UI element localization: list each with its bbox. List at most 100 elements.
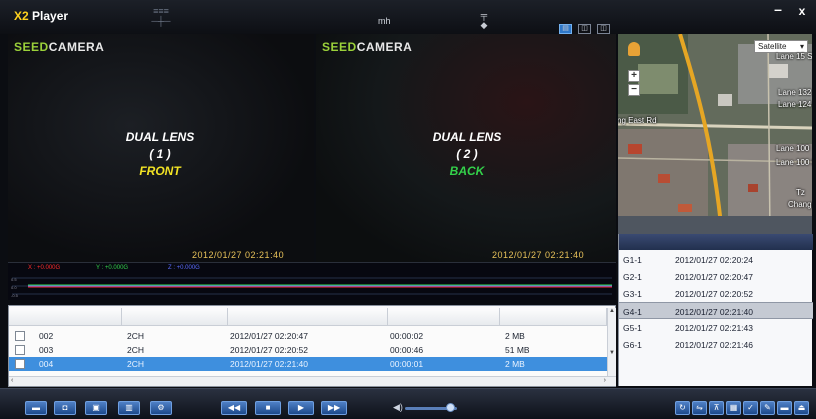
header-col-number[interactable] [9, 308, 122, 326]
gps-id: G4-1 [623, 307, 642, 317]
minimize-button[interactable]: – [770, 2, 786, 18]
app-title: X2 Player [14, 9, 69, 23]
header-col-size[interactable] [500, 308, 607, 326]
map-lane-label: Lane 132 [778, 88, 812, 97]
list-item[interactable]: G2-1 2012/01/27 02:20:47 [619, 268, 813, 285]
sd-card-button[interactable]: ⊼ [709, 401, 724, 415]
seedcamera-logo: SEEDCAMERA [322, 40, 413, 54]
gps-id: G1-1 [623, 255, 642, 265]
header-col-datetime[interactable] [228, 308, 388, 326]
map-view[interactable]: + − Satellite ▾ ng East Rd Lane 15 S Lane… [618, 34, 812, 234]
file-size: 2 MB [505, 331, 525, 341]
open-folder-button[interactable]: ▬ [25, 401, 47, 415]
file-channel: 2CH [127, 359, 145, 369]
gsensor-indicator-icon: ≡≡≡ ─┼─ [151, 6, 171, 26]
row-checkbox[interactable] [15, 345, 25, 355]
map-lane-label: Lane 124 [778, 100, 812, 109]
table-row[interactable]: 002 2CH 2012/01/27 02:20:47 00:00:02 2 M… [9, 329, 607, 343]
bottom-toolbar: ▬ ◘ ▣ ▥ ⚙ ◀◀ ■ ▶ ▶▶ ◀) ↻ ⇋ ⊼ ▦ ✓ ✎ ▬ ⏏ [0, 388, 816, 419]
map-button[interactable]: ▦ [726, 401, 741, 415]
tools-button[interactable]: ✎ [760, 401, 775, 415]
map-lane-label: Lane 15 S [776, 52, 812, 61]
file-duration: 00:00:02 [390, 331, 424, 341]
layout-single-button[interactable]: ▤ [559, 24, 572, 34]
settings-button[interactable]: ⚙ [150, 401, 172, 415]
layout-dual-button[interactable]: ◫ [578, 24, 591, 34]
gsensor-graph: X : +0.000G Y : +0.000G Z : +0.000G 0.5 … [8, 262, 616, 300]
file-list[interactable]: 002 2CH 2012/01/27 02:20:47 00:00:02 2 M… [8, 305, 616, 387]
map-lane-label: Tz [796, 188, 805, 197]
stop-button[interactable]: ■ [255, 401, 281, 415]
seedcamera-logo: SEEDCAMERA [14, 40, 105, 54]
list-item[interactable]: G3-1 2012/01/27 02:20:52 [619, 285, 813, 302]
row-checkbox[interactable] [15, 331, 25, 341]
gps-time: 2012/01/27 02:21:43 [675, 323, 753, 333]
table-row[interactable]: 003 2CH 2012/01/27 02:20:52 00:00:46 51 … [9, 343, 607, 357]
vertical-scrollbar[interactable]: ▲ ▼ [607, 308, 616, 376]
gps-id: G2-1 [623, 272, 642, 282]
zoom-in-button[interactable]: + [628, 70, 640, 82]
svg-text:0.0: 0.0 [11, 285, 17, 290]
svg-text:-0.5: -0.5 [11, 293, 19, 298]
file-number: 003 [39, 345, 54, 355]
file-duration: 00:00:01 [390, 359, 424, 369]
list-item[interactable]: G6-1 2012/01/27 02:21:46 [619, 336, 813, 353]
file-size: 51 MB [505, 345, 530, 355]
gps-time: 2012/01/27 02:20:24 [675, 255, 753, 265]
rewind-button[interactable]: ◀◀ [221, 401, 247, 415]
check-button[interactable]: ✓ [743, 401, 758, 415]
file-list-header [9, 308, 607, 326]
volume-icon: ◀) [393, 402, 403, 412]
horizontal-scrollbar[interactable]: ‹ › [9, 376, 616, 386]
file-datetime: 2012/01/27 02:20:47 [230, 331, 308, 341]
file-number: 004 [39, 359, 54, 369]
gps-list-header [619, 234, 813, 250]
file-channel: 2CH [127, 345, 145, 355]
close-button[interactable]: x [794, 4, 810, 18]
back-lens-label: DUAL LENS ( 2 ) BACK [432, 130, 502, 178]
list-item[interactable]: G4-1 2012/01/27 02:21:40 [619, 302, 813, 319]
table-row[interactable]: 004 2CH 2012/01/27 02:21:40 00:00:01 2 M… [9, 357, 607, 371]
title-bar: X2 Player ≡≡≡ ─┼─ mh ╤ ◆ ▤ ◫ ◫ – x [0, 0, 816, 34]
gps-time: 2012/01/27 02:20:52 [675, 289, 753, 299]
front-timestamp: 2012/01/27 02:21:40 [192, 250, 285, 260]
save-button[interactable]: ▣ [85, 401, 107, 415]
folder-button[interactable]: ▬ [777, 401, 792, 415]
list-item[interactable]: G5-1 2012/01/27 02:21:43 [619, 319, 813, 336]
fast-forward-button[interactable]: ▶▶ [321, 401, 347, 415]
gps-time: 2012/01/27 02:21:46 [675, 340, 753, 350]
file-datetime: 2012/01/27 02:20:52 [230, 345, 308, 355]
map-lane-label: Lane 100 S [776, 158, 812, 167]
list-item[interactable]: G1-1 2012/01/27 02:20:24 [619, 251, 813, 268]
gps-log-list[interactable]: G1-1 2012/01/27 02:20:24 G2-1 2012/01/27… [618, 234, 813, 386]
exit-button[interactable]: ⏏ [794, 401, 809, 415]
rotate-button[interactable]: ↻ [675, 401, 690, 415]
map-street-label: ng East Rd [618, 116, 657, 125]
header-col-channel[interactable] [122, 308, 228, 326]
svg-text:0.5: 0.5 [11, 277, 17, 282]
delete-button[interactable]: ▥ [118, 401, 140, 415]
snapshot-button[interactable]: ◘ [54, 401, 76, 415]
file-channel: 2CH [127, 331, 145, 341]
play-button[interactable]: ▶ [288, 401, 314, 415]
gps-id: G3-1 [623, 289, 642, 299]
gps-id: G5-1 [623, 323, 642, 333]
back-timestamp: 2012/01/27 02:21:40 [492, 250, 585, 260]
layout-pip-button[interactable]: ◫ [597, 24, 610, 34]
street-view-pegman-icon[interactable] [628, 42, 640, 56]
row-checkbox[interactable] [15, 359, 25, 369]
header-col-duration[interactable] [388, 308, 500, 326]
speed-unit: mh [378, 16, 391, 26]
gsensor-plot: 0.5 0.0 -0.5 [11, 277, 612, 298]
satellite-map-image [618, 34, 812, 234]
format-button[interactable]: ⇋ [692, 401, 707, 415]
map-lane-label: Lane 100 [776, 144, 810, 153]
zoom-out-button[interactable]: − [628, 84, 640, 96]
map-lane-label: Change [788, 200, 812, 209]
file-number: 002 [39, 331, 54, 341]
gps-time: 2012/01/27 02:21:40 [675, 307, 753, 317]
volume-slider-handle[interactable] [445, 403, 455, 412]
front-camera-view[interactable]: SEEDCAMERA DUAL LENS ( 1 ) FRONT 2012/01… [8, 34, 314, 262]
gps-time: 2012/01/27 02:20:47 [675, 272, 753, 282]
back-camera-view[interactable]: SEEDCAMERA DUAL LENS ( 2 ) BACK 2012/01/… [316, 34, 616, 262]
